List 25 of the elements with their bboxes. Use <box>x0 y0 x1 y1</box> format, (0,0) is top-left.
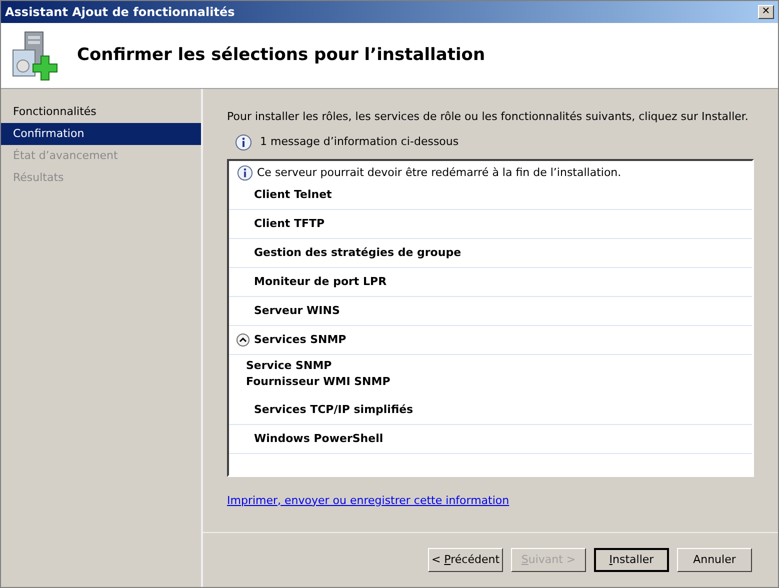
wizard-button[interactable]: Annuler <box>677 548 752 572</box>
instruction-text: Pour installer les rôles, les services de rôle ou les fonctionnalités suivants, cliquez sur Installer. <box>227 109 750 125</box>
info-icon <box>235 134 252 150</box>
wizard-step[interactable]: Fonctionnalités <box>1 101 201 123</box>
wizard-button[interactable]: < Précédent <box>428 548 503 572</box>
feature-name: Client TFTP <box>254 216 325 232</box>
feature-name: Gestion des stratégies de groupe <box>254 244 462 261</box>
feature-name: Client Telnet <box>254 186 332 203</box>
wizard-button[interactable]: Installer <box>594 548 669 572</box>
wizard-step[interactable]: Confirmation <box>1 123 201 145</box>
info-icon <box>237 164 253 181</box>
print-link[interactable]: Imprimer, envoyer ou enregistrer cette information <box>227 492 510 509</box>
page-title: Confirmer les sélections pour l’installation <box>77 44 486 67</box>
feature-name: Services SNMP <box>254 332 346 348</box>
feature-name: Moniteur de port LPR <box>254 274 387 290</box>
feature-name: Windows PowerShell <box>254 430 384 447</box>
sub-feature-name: Service SNMP <box>246 358 333 374</box>
sub-feature-name: Fournisseur WMI SNMP <box>246 374 392 390</box>
collapse-icon[interactable] <box>236 333 250 347</box>
restart-notice: Ce serveur pourrait devoir être redémarré à la fin de l’installation. <box>257 164 622 180</box>
close-button[interactable]: ✕ <box>758 5 774 19</box>
feature-name: Serveur WINS <box>254 302 340 319</box>
feature-name: Services TCP/IP simplifiés <box>254 402 414 418</box>
message-count: 1 message d’information ci-dessous <box>260 134 459 150</box>
window-title: Assistant Ajout de fonctionnalités <box>5 4 235 21</box>
